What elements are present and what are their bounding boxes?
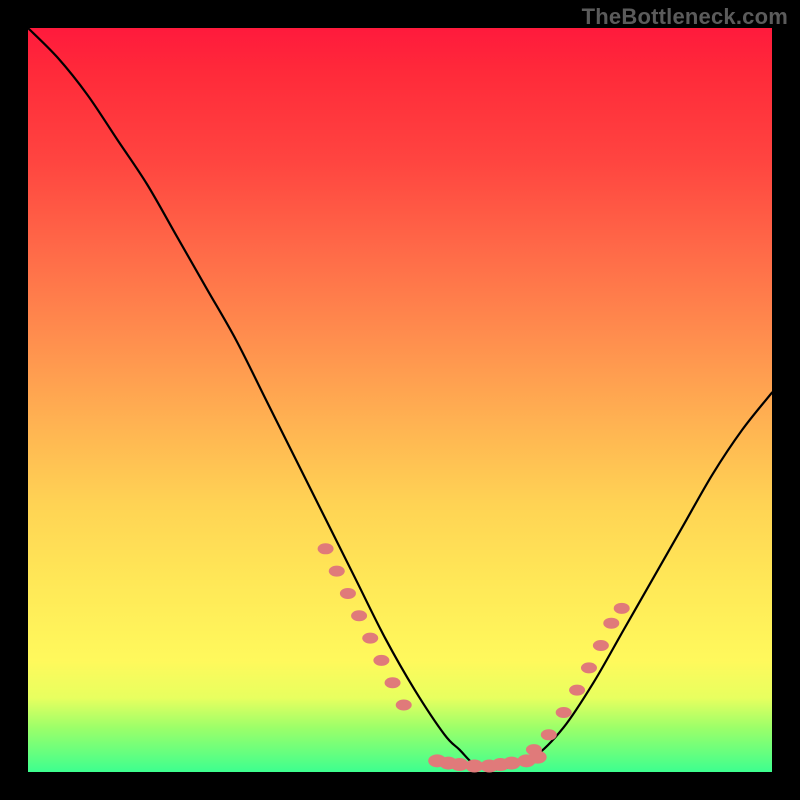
marker-dot [603,618,619,629]
marker-dot [593,640,609,651]
marker-dot [569,685,585,696]
bottleneck-curve-line [28,28,772,769]
marker-group [318,543,630,772]
marker-dot [318,543,334,554]
marker-dot [541,729,557,740]
chart-frame: TheBottleneck.com [0,0,800,800]
marker-dot [581,662,597,673]
bottleneck-curve-chart [28,28,772,772]
marker-dot [362,633,378,644]
marker-dot [329,566,345,577]
marker-dot [529,751,547,764]
marker-dot [351,610,367,621]
marker-dot [503,757,521,770]
marker-dot [385,677,401,688]
marker-dot [373,655,389,666]
marker-dot [556,707,572,718]
watermark-text: TheBottleneck.com [582,4,788,30]
marker-dot [340,588,356,599]
marker-dot [614,603,630,614]
marker-dot [396,700,412,711]
